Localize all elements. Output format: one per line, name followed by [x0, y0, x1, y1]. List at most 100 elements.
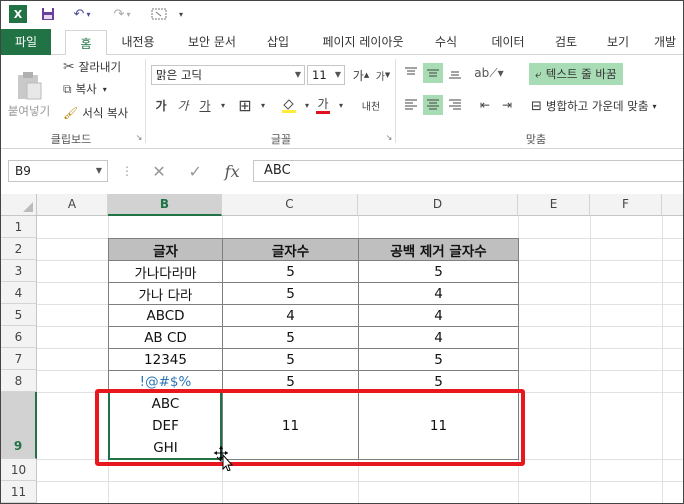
column-header-b[interactable]: B [108, 194, 222, 216]
customize-qat-icon[interactable]: ▾ [175, 5, 187, 23]
decrease-indent-icon[interactable]: ⇤ [475, 95, 495, 115]
copy-button[interactable]: ⧉ 복사 ▾ [63, 81, 107, 97]
row-header-10[interactable]: 10 [1, 459, 37, 481]
tab-page-layout[interactable]: 페이지 레이아웃 [311, 29, 415, 55]
select-objects-icon[interactable] [147, 5, 171, 23]
font-family-select[interactable]: 맑은 고딕 ▼ [151, 65, 305, 85]
row-header-6[interactable]: 6 [1, 326, 37, 348]
clipboard-launcher-icon[interactable]: ↘ [129, 127, 149, 147]
table-cell[interactable]: 4 [358, 282, 519, 305]
table-cell[interactable]: 5 [358, 260, 519, 283]
table-cell[interactable]: 4 [358, 304, 519, 327]
multi-line-cell[interactable]: ABC DEF GHI [108, 392, 223, 460]
cut-button[interactable]: ✂ 잘라내기 [63, 59, 121, 75]
tab-view[interactable]: 보기 [597, 29, 639, 55]
orientation-icon[interactable]: ab⟋▾ [474, 63, 503, 83]
wrap-text-button[interactable]: ⤶ 텍스트 줄 바꿈 [529, 63, 623, 85]
column-header-c[interactable]: C [222, 194, 358, 216]
row-header-4[interactable]: 4 [1, 282, 37, 304]
increase-indent-icon[interactable]: ⇥ [497, 95, 517, 115]
align-left-icon[interactable] [401, 95, 421, 115]
table-cell[interactable]: !@#$% [108, 370, 223, 393]
row-header-7[interactable]: 7 [1, 348, 37, 370]
row-header-11[interactable]: 11 [1, 481, 37, 503]
grow-font-button[interactable]: 가 ▲ [351, 65, 371, 85]
insert-function-icon[interactable]: fx [225, 162, 240, 181]
column-header-e[interactable]: E [518, 194, 590, 216]
table-cell[interactable]: 5 [222, 260, 359, 283]
row-header-3[interactable]: 3 [1, 260, 37, 282]
tab-security-document[interactable]: 보안 문서 [177, 29, 247, 55]
tab-my-use[interactable]: 내전용 [111, 29, 165, 55]
table-cell[interactable]: 가나 다라 [108, 282, 223, 305]
borders-icon[interactable]: ⊞ [235, 95, 255, 115]
table-cell[interactable]: 11 [222, 392, 359, 460]
row-header-9[interactable]: 9 [1, 392, 37, 459]
table-header-trim-count[interactable]: 공백 제거 글자수 [358, 238, 519, 261]
font-launcher-icon[interactable]: ↘ [379, 127, 399, 147]
borders-dropdown-icon[interactable]: ▾ [253, 95, 273, 115]
table-cell[interactable]: 5 [222, 282, 359, 305]
ribbon-tabs: 파일 홈 내전용 보안 문서 삽입 페이지 레이아웃 수식 데이터 검토 보기 … [1, 29, 683, 56]
row-header-2[interactable]: 2 [1, 238, 37, 260]
row-header-8[interactable]: 8 [1, 370, 37, 392]
phonetic-guide-button[interactable]: 내천 [357, 95, 385, 115]
italic-button[interactable]: 가 [173, 95, 193, 115]
redo-icon[interactable]: ↷ ▾ [107, 5, 137, 23]
formula-buttons: ✕ ✓ fx [141, 160, 251, 182]
table-cell[interactable]: 5 [358, 370, 519, 393]
tab-data[interactable]: 데이터 [481, 29, 535, 55]
column-header-g[interactable] [662, 194, 683, 216]
align-right-icon[interactable] [445, 95, 465, 115]
table-cell[interactable]: 5 [358, 348, 519, 371]
table-cell[interactable]: ABCD [108, 304, 223, 327]
table-cell[interactable]: 4 [358, 326, 519, 349]
table-cell[interactable]: 5 [222, 326, 359, 349]
table-cell[interactable]: 5 [222, 348, 359, 371]
cancel-icon[interactable]: ✕ [152, 162, 165, 181]
table-cell[interactable]: AB CD [108, 326, 223, 349]
save-icon[interactable] [39, 5, 57, 23]
align-center-icon[interactable] [423, 95, 443, 115]
column-header-d[interactable]: D [358, 194, 518, 216]
font-color-icon[interactable]: 가 [313, 95, 333, 115]
table-cell[interactable]: 11 [358, 392, 519, 460]
align-bottom-icon[interactable] [445, 63, 465, 83]
tab-review[interactable]: 검토 [545, 29, 587, 55]
table-header-text[interactable]: 글자 [108, 238, 223, 261]
underline-button[interactable]: 가 [195, 95, 215, 115]
tab-file[interactable]: 파일 [1, 29, 51, 55]
wrap-text-icon: ⤶ [535, 66, 542, 81]
undo-icon[interactable]: ↶ ▾ [67, 5, 97, 23]
paste-icon [18, 72, 42, 100]
font-size-select[interactable]: 11 ▼ [307, 65, 345, 85]
align-top-icon[interactable] [401, 63, 421, 83]
merge-center-button[interactable]: ⊟ 병합하고 가운데 맞춤 ▾ [529, 95, 658, 117]
name-box[interactable]: B9 ▼ [8, 160, 108, 182]
formula-input[interactable]: ABC [253, 160, 683, 182]
fill-color-icon[interactable] [279, 95, 299, 115]
table-cell[interactable]: 4 [222, 304, 359, 327]
row-header-5[interactable]: 5 [1, 304, 37, 326]
column-header-f[interactable]: F [590, 194, 662, 216]
align-middle-icon[interactable] [423, 63, 443, 83]
table-cell[interactable]: 5 [222, 370, 359, 393]
paste-button[interactable]: 붙여넣기 [7, 61, 51, 119]
format-painter-button[interactable]: 🖌 서식 복사 [63, 105, 128, 121]
tab-insert[interactable]: 삽입 [257, 29, 299, 55]
shrink-font-button[interactable]: 가 ▼ [373, 65, 393, 85]
tab-home[interactable]: 홈 [65, 30, 107, 56]
table-cell[interactable]: 가나다라마 [108, 260, 223, 283]
column-header-a[interactable]: A [37, 194, 108, 216]
table-header-count[interactable]: 글자수 [222, 238, 359, 261]
bold-button[interactable]: 가 [151, 95, 171, 115]
underline-dropdown-icon[interactable]: ▾ [213, 95, 233, 115]
row-header-1[interactable]: 1 [1, 216, 37, 238]
tab-developer[interactable]: 개발 [645, 29, 683, 55]
enter-icon[interactable]: ✓ [189, 162, 202, 181]
paintbrush-icon: 🖌 [63, 106, 79, 120]
tab-formulas[interactable]: 수식 [425, 29, 467, 55]
select-all-corner[interactable] [1, 194, 37, 216]
table-cell[interactable]: 12345 [108, 348, 223, 371]
font-color-dropdown-icon[interactable]: ▾ [331, 95, 351, 115]
